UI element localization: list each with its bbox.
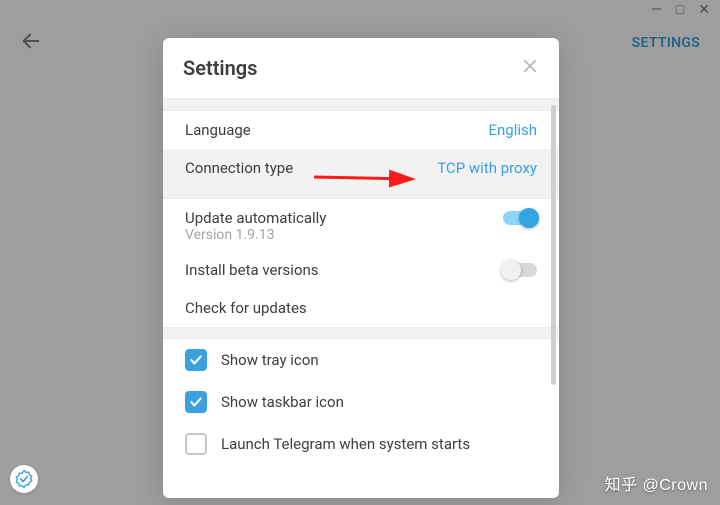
back-arrow-icon[interactable] [20,30,42,56]
check-updates-row[interactable]: Check for updates [163,289,559,327]
settings-header-link[interactable]: SETTINGS [632,35,700,51]
settings-modal: Settings Language English Connection typ… [163,38,559,498]
scrollbar-thumb[interactable] [551,105,556,385]
connection-type-label: Connection type [185,159,293,177]
update-auto-toggle[interactable] [503,211,537,225]
beta-toggle[interactable] [503,263,537,277]
language-value: English [488,121,537,139]
update-auto-label: Update automatically [185,209,326,227]
taskbar-checkbox[interactable] [185,391,207,413]
taskbar-label: Show taskbar icon [221,393,344,411]
maximize-icon[interactable]: □ [676,3,684,17]
taskbar-icon-row[interactable]: Show taskbar icon [163,381,559,423]
language-label: Language [185,121,251,139]
language-row[interactable]: Language English [163,111,559,149]
watermark-text: 知乎 @Crown [605,471,708,495]
autostart-checkbox[interactable] [185,433,207,455]
verified-badge-icon [10,465,38,493]
section-divider [163,327,559,339]
section-divider [163,99,559,111]
modal-scroll-area: Language English Connection type TCP wit… [163,98,559,498]
autostart-label: Launch Telegram when system starts [221,435,470,453]
check-updates-label: Check for updates [185,299,307,317]
beta-label: Install beta versions [185,261,319,279]
tray-label: Show tray icon [221,351,319,369]
autostart-row[interactable]: Launch Telegram when system starts [163,423,559,465]
close-window-icon[interactable]: ✕ [698,3,710,17]
tray-icon-row[interactable]: Show tray icon [163,339,559,381]
connection-type-value: TCP with proxy [437,159,537,177]
modal-header: Settings [163,38,559,98]
window-titlebar: — □ ✕ [0,0,720,20]
minimize-icon[interactable]: — [651,3,662,17]
tray-checkbox[interactable] [185,349,207,371]
modal-title: Settings [183,56,257,80]
connection-type-row[interactable]: Connection type TCP with proxy [163,149,559,187]
beta-row[interactable]: Install beta versions [163,251,559,289]
version-label: Version 1.9.13 [163,227,559,251]
close-icon[interactable] [521,57,539,79]
section-divider [163,187,559,199]
